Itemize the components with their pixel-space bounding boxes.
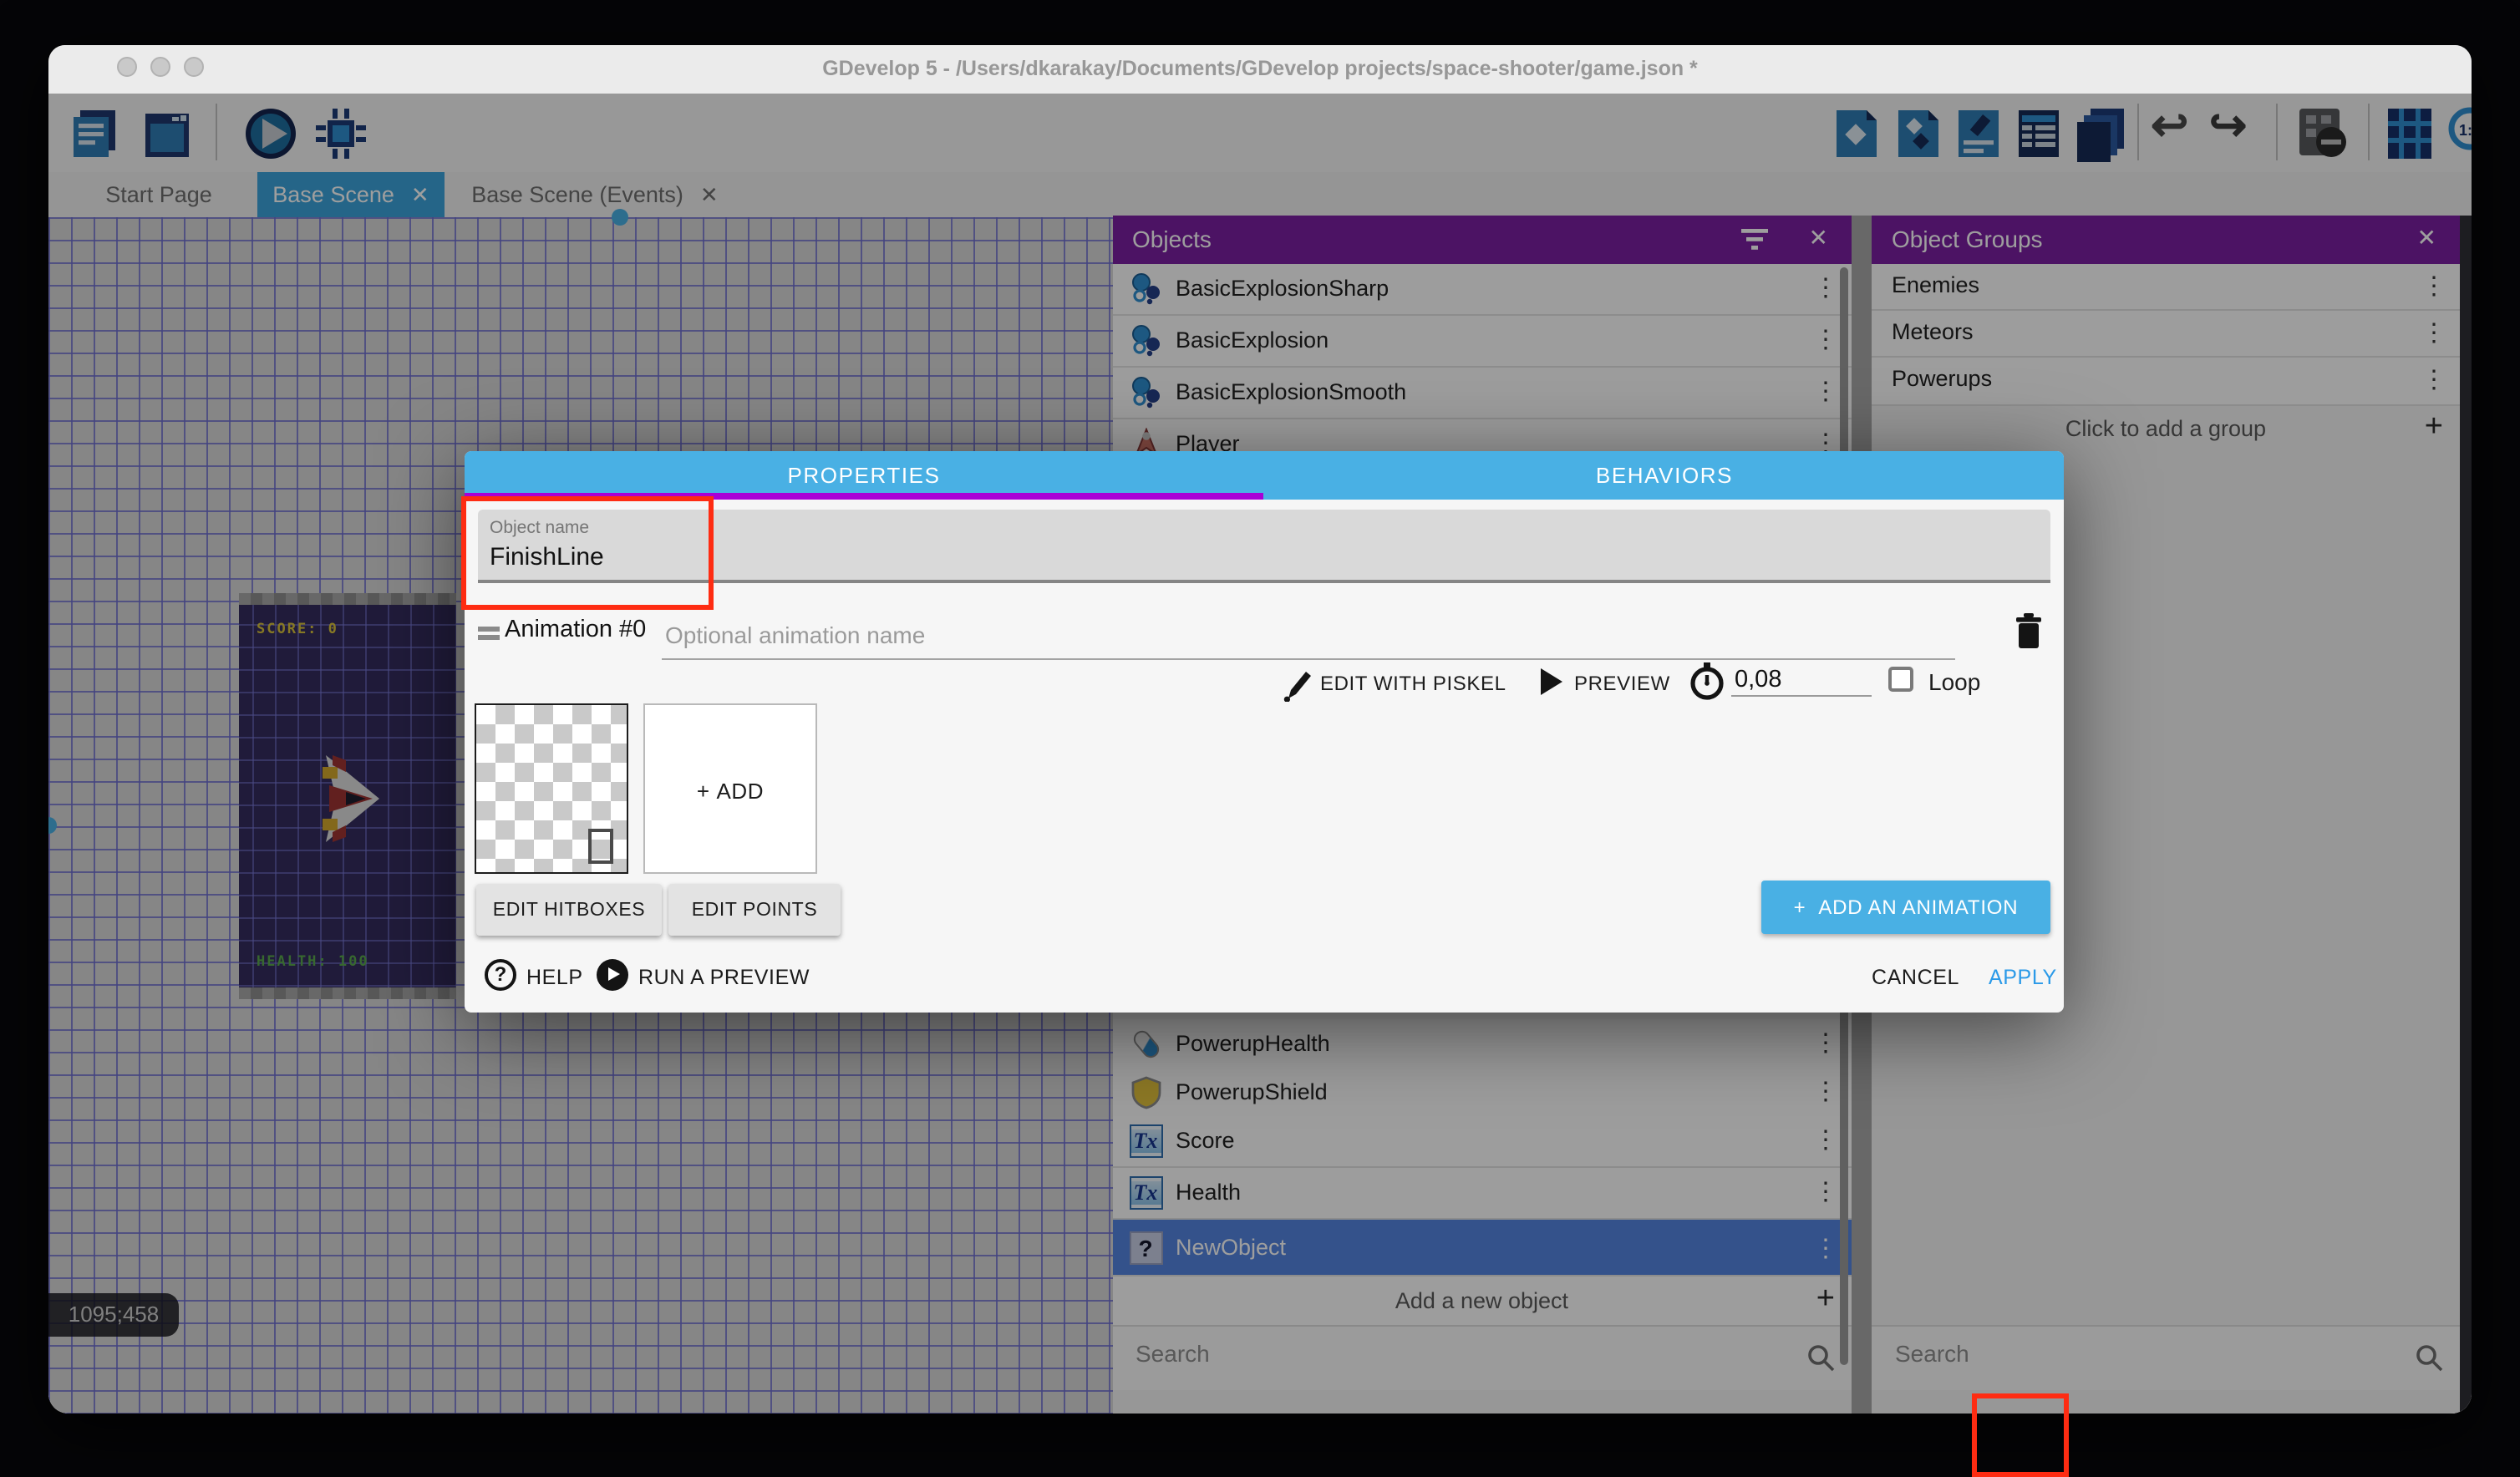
annotation-box-object-name	[461, 496, 714, 610]
delete-animation-icon[interactable]	[2010, 610, 2047, 653]
screenshot-root: GDevelop 5 - /Users/dkarakay/Documents/G…	[0, 0, 2520, 1450]
tab-behaviors[interactable]: BEHAVIORS	[1265, 451, 2064, 500]
frame-time-input[interactable]	[1731, 665, 1872, 697]
edit-with-piskel-button[interactable]: EDIT WITH PISKEL	[1320, 672, 1506, 695]
add-frame-label: ADD	[716, 779, 764, 804]
edit-hitboxes-button[interactable]: EDIT HITBOXES	[476, 884, 662, 936]
preview-play-icon	[1537, 667, 1564, 697]
plus-icon: +	[1794, 896, 1806, 919]
apply-button[interactable]: APPLY	[1989, 966, 2057, 989]
run-preview-icon	[597, 959, 628, 991]
animation-label: Animation #0	[505, 617, 646, 643]
drag-handle-icon[interactable]	[478, 635, 500, 639]
titlebar: GDevelop 5 - /Users/dkarakay/Documents/G…	[48, 45, 2472, 95]
preview-button[interactable]: PREVIEW	[1574, 672, 1670, 695]
add-frame-button[interactable]: + ADD	[643, 703, 817, 874]
animation-frame-thumbnail[interactable]	[475, 703, 628, 874]
help-icon: ?	[485, 959, 516, 991]
cancel-button[interactable]: CANCEL	[1872, 966, 1959, 989]
dialog-tabs-header: PROPERTIES BEHAVIORS	[465, 451, 2064, 500]
loop-label: Loop	[1928, 668, 1980, 695]
add-animation-label: ADD AN ANIMATION	[1818, 896, 2018, 919]
help-button[interactable]: HELP	[526, 966, 583, 989]
object-name-field[interactable]: Object name FinishLine	[478, 510, 2050, 583]
annotation-box-apply	[1972, 1393, 2069, 1477]
edit-points-button[interactable]: EDIT POINTS	[668, 884, 841, 936]
drag-handle-icon[interactable]	[478, 627, 500, 631]
brush-icon	[1280, 665, 1313, 702]
plus-icon: +	[697, 779, 710, 804]
run-preview-button[interactable]: RUN A PREVIEW	[638, 966, 810, 989]
animation-name-input[interactable]	[662, 612, 1955, 660]
loop-checkbox[interactable]	[1888, 667, 1913, 692]
timer-icon	[1688, 662, 1726, 702]
add-animation-button[interactable]: + ADD AN ANIMATION	[1761, 881, 2050, 934]
finishline-sprite-preview	[588, 829, 613, 864]
window-title: GDevelop 5 - /Users/dkarakay/Documents/G…	[48, 57, 2472, 80]
